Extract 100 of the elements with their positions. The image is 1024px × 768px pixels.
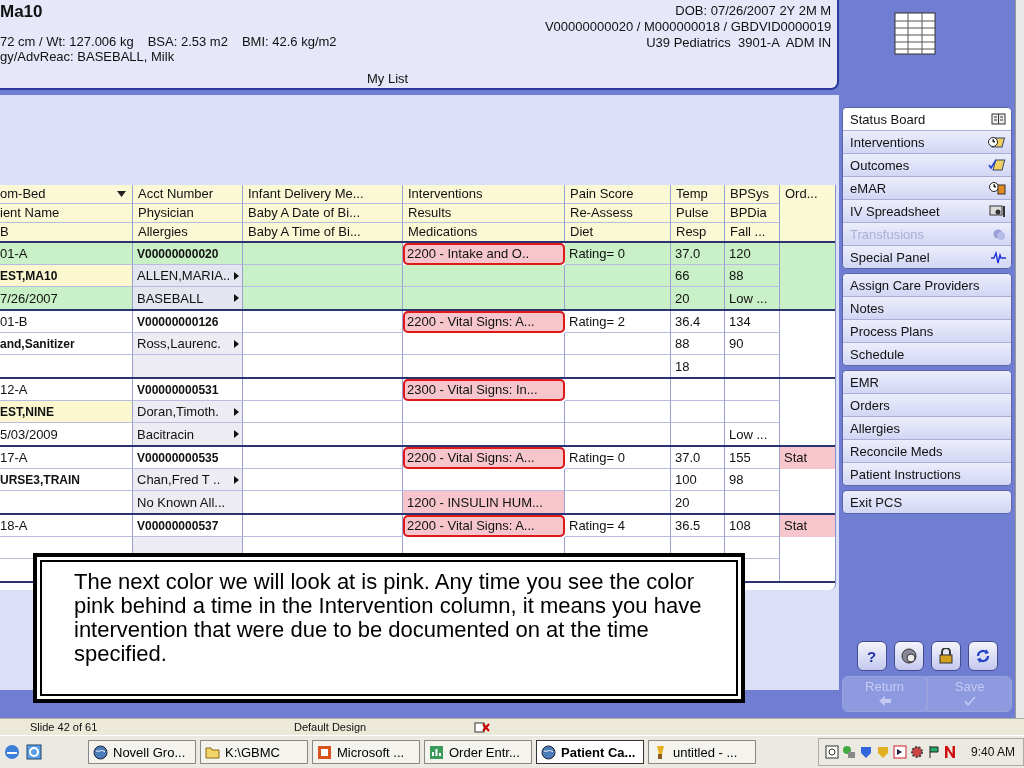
nav-item[interactable]: eMAR — [843, 177, 1012, 200]
table-cell: No Known All... — [133, 491, 243, 513]
browser-icon[interactable] — [4, 744, 20, 760]
column-header[interactable]: Results — [403, 204, 564, 223]
browser-icon[interactable] — [26, 744, 42, 760]
column-header[interactable]: om-Bed — [0, 185, 132, 204]
record-button[interactable] — [893, 641, 924, 671]
column-header[interactable]: Infant Delivery Me... — [243, 185, 402, 204]
table-cell: V00000000535 — [133, 447, 243, 469]
nav-item[interactable]: Patient Instructions — [843, 463, 1012, 485]
dropdown-cell[interactable]: Chan,Fred T .. — [133, 469, 243, 491]
table-cell: V00000000537 — [133, 515, 243, 537]
caret-icon[interactable] — [234, 294, 239, 302]
table-cell: 5/03/2009 — [0, 423, 133, 445]
caret-icon[interactable] — [234, 430, 239, 438]
nav-item[interactable]: Special Panel — [843, 246, 1012, 268]
flag-icon[interactable] — [926, 745, 941, 759]
nav-item[interactable]: Status Board — [843, 108, 1012, 131]
table-cell: Stat — [780, 515, 835, 537]
column-header[interactable]: Diet — [565, 223, 670, 241]
column-header[interactable]: Ord... — [780, 185, 835, 241]
gear-icon[interactable] — [909, 745, 924, 759]
table-cell — [671, 379, 725, 401]
taskbar-button[interactable]: untitled - ... — [648, 740, 756, 764]
table-cell: 01-B — [0, 311, 133, 333]
nav-item[interactable]: Notes — [843, 297, 1012, 320]
nav-item[interactable]: EMR — [843, 371, 1012, 394]
nav-item[interactable]: IV Spreadsheet — [843, 200, 1012, 223]
taskbar-button[interactable]: Microsoft ... — [312, 740, 420, 764]
record-icon — [900, 648, 917, 664]
dropdown-cell[interactable]: Bacitracin — [133, 423, 243, 445]
lock-button[interactable] — [930, 641, 961, 671]
table-cell: 108 — [725, 515, 780, 537]
nav-item[interactable]: Assign Care Providers — [843, 274, 1012, 297]
table-cell: 1200 - INSULIN HUM... — [403, 491, 565, 513]
column-header[interactable]: Physician — [133, 204, 242, 223]
table-cell: V00000000020 — [133, 243, 243, 265]
table-cell: 134 — [725, 311, 780, 333]
dropdown-cell[interactable]: ALLEN,MARIA.. — [133, 265, 243, 287]
column-header[interactable]: Pain Score — [565, 185, 670, 204]
patient-info-text: DOB: 07/26/2007 2Y 2M M — [675, 3, 832, 19]
column-header[interactable]: BPSys — [725, 185, 779, 204]
nav-item[interactable]: Interventions — [843, 131, 1012, 154]
window-icon[interactable] — [892, 745, 907, 759]
letter-icon[interactable] — [943, 745, 956, 759]
dropdown-cell[interactable]: BASEBALL — [133, 287, 243, 309]
taskbar-button[interactable]: Novell Gro... — [88, 740, 196, 764]
help-icon[interactable] — [824, 745, 839, 759]
dropdown-cell[interactable]: Ross,Laurenc. — [133, 333, 243, 355]
caret-icon[interactable] — [234, 475, 239, 484]
monitor-icon — [989, 204, 1007, 218]
column-header[interactable]: BPDia — [725, 204, 779, 223]
column-header[interactable]: Baby A Time of Bi... — [243, 223, 402, 241]
nav-item[interactable]: Process Plans — [843, 320, 1012, 343]
nav-item[interactable]: Allergies — [843, 417, 1012, 440]
table-cell: 120 — [725, 243, 780, 265]
column-header[interactable]: Baby A Date of Bi... — [243, 204, 402, 223]
shield-icon[interactable] — [858, 745, 873, 759]
table-cell — [780, 243, 835, 265]
table-cell: 155 — [725, 447, 780, 469]
table-cell: 18-A — [0, 515, 133, 537]
checklist-icon — [988, 158, 1007, 172]
highlighted-cell: 2200 - Vital Signs: A... — [403, 447, 565, 469]
column-header[interactable]: Medications — [403, 223, 564, 241]
column-header[interactable]: Temp — [671, 185, 724, 204]
caret-icon[interactable] — [234, 271, 239, 280]
taskbar-button[interactable]: K:\GBMC — [200, 740, 308, 764]
column-header[interactable]: Interventions — [403, 185, 564, 204]
nav-item[interactable]: Schedule — [843, 343, 1012, 365]
column-header[interactable]: Resp — [671, 223, 724, 241]
arrow-left-icon — [878, 696, 891, 706]
highlighted-cell: 2200 - Vital Signs: A... — [403, 515, 565, 537]
nav-item[interactable]: Reconcile Meds — [843, 440, 1012, 463]
nav-item[interactable]: Exit PCS — [843, 491, 1012, 513]
list-title: My List — [367, 71, 409, 86]
nav-item[interactable]: Outcomes — [843, 154, 1012, 177]
slide-counter: Slide 42 of 61 — [30, 721, 99, 733]
clock-box-icon — [989, 181, 1007, 195]
caret-icon[interactable] — [234, 339, 239, 348]
column-header[interactable]: B — [0, 223, 132, 241]
measure-text: 72 cm / Wt: 127.006 kg — [0, 34, 134, 49]
nav-item[interactable]: Orders — [843, 394, 1012, 417]
table-cell — [780, 287, 835, 309]
table-cell: 88 — [671, 333, 725, 355]
column-header[interactable]: ient Name — [0, 204, 132, 223]
column-header[interactable]: Allergies — [133, 223, 242, 241]
sort-icon[interactable] — [117, 191, 126, 197]
column-header[interactable]: Re-Assess — [565, 204, 670, 223]
column-header[interactable]: Pulse — [671, 204, 724, 223]
taskbar-button[interactable]: Order Entr... — [424, 740, 532, 764]
table-cell: Rating= 0 — [565, 447, 671, 469]
help-button[interactable]: ? — [856, 641, 887, 671]
dropdown-cell[interactable]: Doran,Timoth. — [133, 401, 243, 423]
scrollbar[interactable] — [1015, 0, 1024, 718]
taskbar-button[interactable]: Patient Ca... — [536, 740, 644, 764]
column-header[interactable]: Fall ... — [725, 223, 779, 241]
allergy-text: gy/AdvReac: BASEBALL, Milk — [0, 49, 176, 65]
refresh-button[interactable] — [967, 641, 998, 671]
caret-icon[interactable] — [234, 407, 239, 416]
column-header[interactable]: Acct Number — [133, 185, 242, 204]
